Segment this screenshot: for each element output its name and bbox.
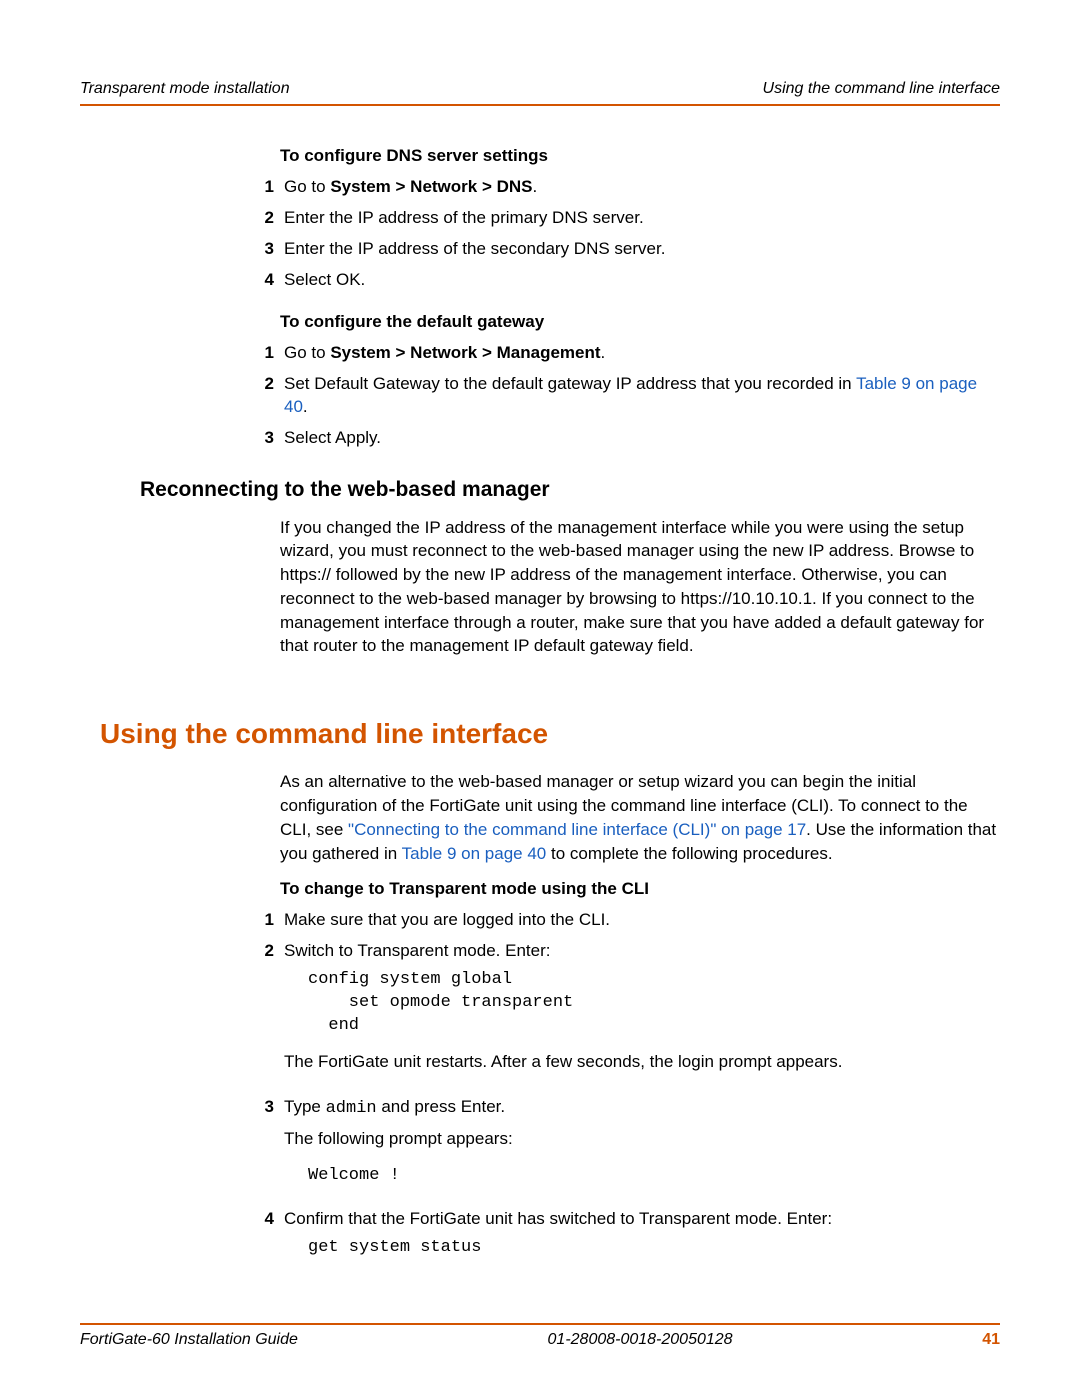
step-number: 2 bbox=[246, 940, 284, 963]
step-number: 3 bbox=[246, 1096, 284, 1119]
text: to complete the following procedures. bbox=[546, 844, 832, 863]
cli-intro: As an alternative to the web-based manag… bbox=[280, 770, 1000, 865]
dns-title: To configure DNS server settings bbox=[280, 146, 1000, 166]
step-number: 2 bbox=[246, 207, 284, 230]
dns-step-4: 4 Select OK. bbox=[280, 269, 1000, 292]
text: Type bbox=[284, 1097, 326, 1116]
page-number: 41 bbox=[982, 1331, 1000, 1349]
xref-table9-b[interactable]: Table 9 on page 40 bbox=[402, 844, 547, 863]
cli-body: As an alternative to the web-based manag… bbox=[280, 770, 1000, 1271]
step-number: 3 bbox=[246, 427, 284, 450]
gateway-steps: 1 Go to System > Network > Management. 2… bbox=[280, 342, 1000, 450]
step-number: 1 bbox=[246, 342, 284, 365]
cli-step-2: 2 Switch to Transparent mode. Enter: con… bbox=[280, 940, 1000, 1088]
gateway-step-3: 3 Select Apply. bbox=[280, 427, 1000, 450]
dns-steps: 1 Go to System > Network > DNS. 2 Enter … bbox=[280, 176, 1000, 292]
text: Confirm that the FortiGate unit has swit… bbox=[284, 1209, 832, 1228]
text: The following prompt appears: bbox=[284, 1127, 1000, 1151]
footer-center: 01-28008-0018-20050128 bbox=[548, 1331, 733, 1349]
cli-heading: Using the command line interface bbox=[100, 718, 1000, 750]
header-rule bbox=[80, 104, 1000, 106]
xref-cli-connect[interactable]: "Connecting to the command line interfac… bbox=[348, 820, 806, 839]
text: Enter the IP address of the secondary DN… bbox=[284, 238, 1000, 261]
reconnect-body: If you changed the IP address of the man… bbox=[280, 516, 1000, 659]
page-header: Transparent mode installation Using the … bbox=[80, 80, 1000, 98]
text: Select Apply. bbox=[284, 427, 1000, 450]
text: Go to bbox=[284, 343, 330, 362]
header-left: Transparent mode installation bbox=[80, 80, 290, 98]
step-number: 4 bbox=[246, 269, 284, 292]
dns-step-2: 2 Enter the IP address of the primary DN… bbox=[280, 207, 1000, 230]
menu-path: System > Network > Management bbox=[330, 343, 600, 362]
text: The FortiGate unit restarts. After a few… bbox=[284, 1050, 1000, 1074]
text: Enter the IP address of the primary DNS … bbox=[284, 207, 1000, 230]
text: Switch to Transparent mode. Enter: bbox=[284, 941, 550, 960]
cli-step-3: 3 Type admin and press Enter. The follow… bbox=[280, 1096, 1000, 1200]
menu-path: System > Network > DNS bbox=[330, 177, 532, 196]
code-block: get system status bbox=[308, 1237, 1000, 1260]
cli-steps: 1 Make sure that you are logged into the… bbox=[280, 909, 1000, 1271]
reconnect-heading: Reconnecting to the web-based manager bbox=[140, 478, 1000, 502]
inline-code: admin bbox=[326, 1099, 377, 1118]
step-number: 3 bbox=[246, 238, 284, 261]
dns-step-1: 1 Go to System > Network > DNS. bbox=[280, 176, 1000, 199]
page-footer: FortiGate-60 Installation Guide 01-28008… bbox=[80, 1323, 1000, 1349]
text: . bbox=[601, 343, 606, 362]
cli-sub-title: To change to Transparent mode using the … bbox=[280, 879, 1000, 899]
gateway-title: To configure the default gateway bbox=[280, 312, 1000, 332]
code-block: config system global set opmode transpar… bbox=[308, 969, 1000, 1038]
step-number: 2 bbox=[246, 373, 284, 396]
footer-rule bbox=[80, 1323, 1000, 1325]
gateway-step-1: 1 Go to System > Network > Management. bbox=[280, 342, 1000, 365]
text: Select OK. bbox=[284, 269, 1000, 292]
header-right: Using the command line interface bbox=[763, 80, 1000, 98]
code-block: Welcome ! bbox=[308, 1165, 1000, 1188]
text: . bbox=[533, 177, 538, 196]
text: Go to bbox=[284, 177, 330, 196]
cli-step-4: 4 Confirm that the FortiGate unit has sw… bbox=[280, 1208, 1000, 1272]
step-number: 1 bbox=[246, 909, 284, 932]
text: Make sure that you are logged into the C… bbox=[284, 909, 1000, 932]
reconnect-para: If you changed the IP address of the man… bbox=[280, 516, 1000, 659]
step-number: 4 bbox=[246, 1208, 284, 1231]
cli-step-1: 1 Make sure that you are logged into the… bbox=[280, 909, 1000, 932]
footer-left: FortiGate-60 Installation Guide bbox=[80, 1331, 298, 1349]
text: and press Enter. bbox=[377, 1097, 506, 1116]
gateway-step-2: 2 Set Default Gateway to the default gat… bbox=[280, 373, 1000, 419]
page: Transparent mode installation Using the … bbox=[0, 0, 1080, 1397]
text: . bbox=[303, 397, 308, 416]
text: Set Default Gateway to the default gatew… bbox=[284, 374, 856, 393]
dns-section: To configure DNS server settings 1 Go to… bbox=[280, 146, 1000, 450]
step-number: 1 bbox=[246, 176, 284, 199]
dns-step-3: 3 Enter the IP address of the secondary … bbox=[280, 238, 1000, 261]
